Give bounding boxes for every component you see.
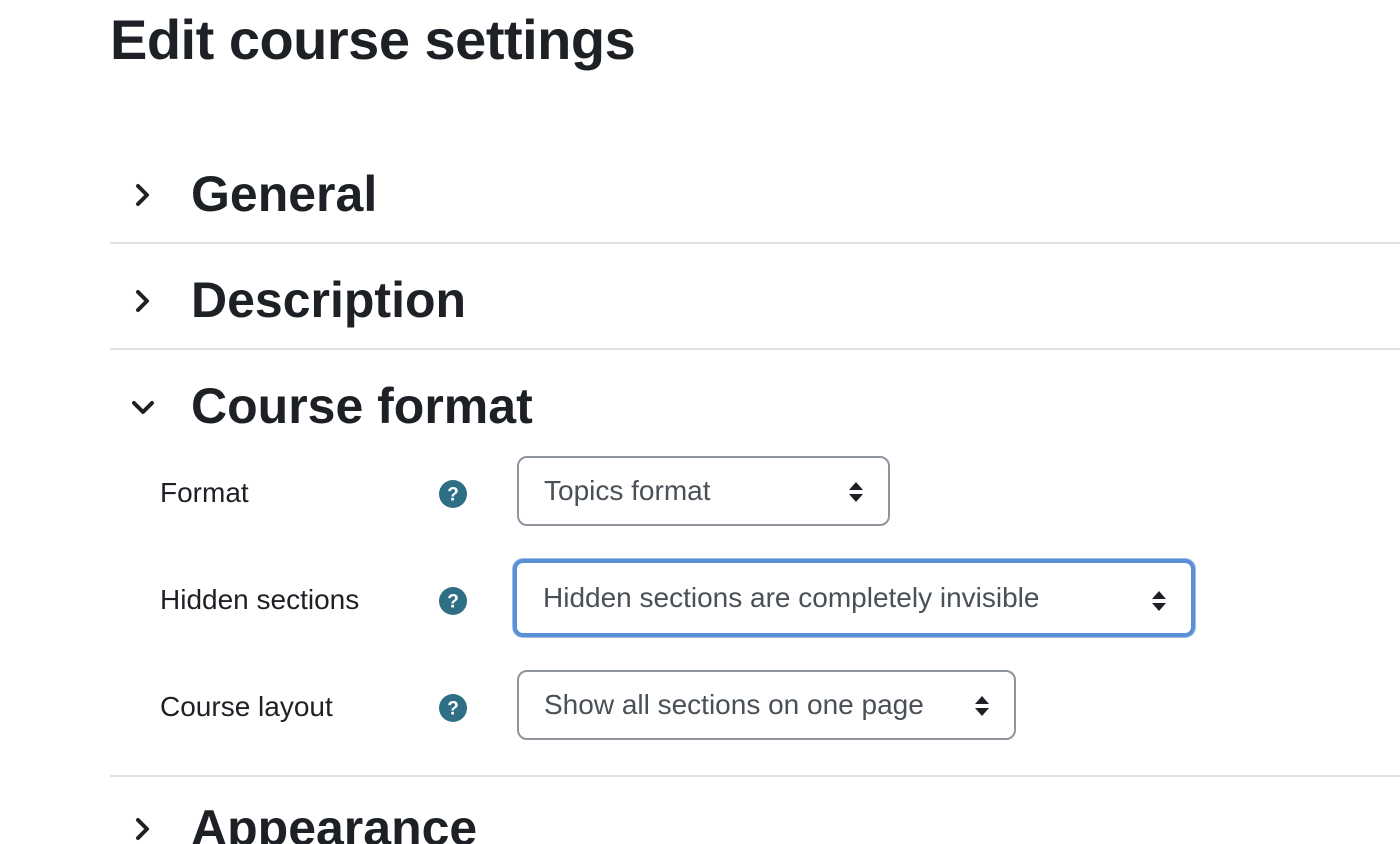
section-appearance-toggle[interactable]: Appearance: [110, 798, 1400, 844]
section-general-toggle[interactable]: General: [110, 164, 1400, 224]
help-icon[interactable]: ?: [439, 480, 467, 508]
section-general: General: [110, 164, 1400, 224]
select-arrows-icon: [975, 696, 989, 716]
format-select[interactable]: Topics format: [517, 456, 890, 526]
section-course-format: Course format: [110, 376, 1400, 436]
svg-text:?: ?: [447, 699, 459, 720]
hidden-sections-select-value: Hidden sections are completely invisible: [543, 582, 1040, 613]
hidden-sections-select[interactable]: Hidden sections are completely invisible: [513, 559, 1195, 637]
help-icon[interactable]: ?: [439, 694, 467, 722]
hidden-sections-label: Hidden sections: [160, 584, 360, 615]
course-layout-label: Course layout: [160, 691, 333, 722]
select-arrows-icon: [849, 482, 863, 502]
chevron-down-icon: [132, 401, 154, 414]
course-layout-select-value: Show all sections on one page: [544, 689, 924, 720]
section-description: Description: [110, 270, 1400, 330]
section-divider: [110, 242, 1400, 244]
format-select-value: Topics format: [544, 475, 711, 506]
section-description-title: Description: [191, 272, 467, 328]
section-description-toggle[interactable]: Description: [110, 270, 1400, 330]
svg-text:?: ?: [447, 592, 459, 613]
course-layout-select[interactable]: Show all sections on one page: [517, 670, 1016, 740]
chevron-right-icon: [136, 184, 149, 206]
section-general-title: General: [191, 166, 378, 222]
svg-text:?: ?: [447, 485, 459, 506]
chevron-right-icon: [136, 290, 149, 312]
section-appearance: Appearance: [110, 798, 1400, 844]
section-course-format-title: Course format: [191, 378, 533, 434]
help-icon[interactable]: ?: [439, 587, 467, 615]
chevron-right-icon: [136, 818, 149, 840]
section-appearance-title: Appearance: [191, 800, 478, 844]
edit-course-settings-page: Edit course settings General Description…: [0, 0, 1400, 844]
select-arrows-icon: [1152, 591, 1166, 611]
format-label: Format: [160, 477, 249, 508]
section-course-format-toggle[interactable]: Course format: [110, 376, 1400, 436]
page-title: Edit course settings: [110, 8, 636, 71]
section-divider: [110, 348, 1400, 350]
section-divider: [110, 775, 1400, 777]
